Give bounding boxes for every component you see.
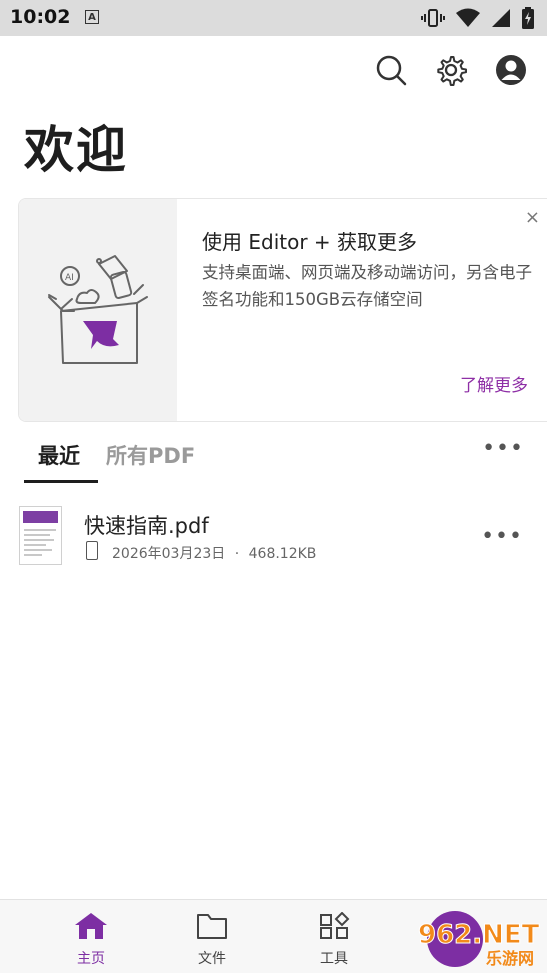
status-time: 10:02 xyxy=(10,6,71,28)
file-name: 快速指南.pdf xyxy=(84,514,209,538)
gift-box-icon: AI xyxy=(48,255,148,364)
file-size: 468.12KB xyxy=(248,546,317,562)
nav-files-label: 文件 xyxy=(198,951,226,967)
meta-separator: · xyxy=(234,546,240,562)
nav-tools[interactable]: 工具 xyxy=(294,911,374,968)
list-item[interactable]: 快速指南.pdf 2026年03月23日 · 468.12KB ••• xyxy=(0,500,547,570)
nav-files[interactable]: 文件 xyxy=(172,912,252,968)
folder-icon xyxy=(197,914,227,939)
watermark-text: 962.NET xyxy=(418,920,540,950)
adobe-logo-icon xyxy=(83,321,119,349)
promo-card[interactable]: AI 使用 Editor + 获取更多 支持桌面端、网页端及移动端访问，另含电子… xyxy=(18,198,547,422)
page-title: 欢迎 xyxy=(24,121,128,179)
file-meta: 2026年03月23日 · 468.12KB xyxy=(112,543,316,563)
promo-description: 支持桌面端、网页端及移动端访问，另含电子签名功能和150GB云存储空间 xyxy=(202,263,532,309)
file-date: 2026年03月23日 xyxy=(112,546,226,562)
wifi-icon xyxy=(456,8,480,27)
battery-icon xyxy=(522,7,534,29)
watermark-logo: 962.NET 乐游网 xyxy=(418,911,540,968)
tools-icon xyxy=(320,911,350,939)
account-icon xyxy=(496,55,526,85)
more-options-icon[interactable]: ••• xyxy=(482,436,524,461)
active-tab-indicator xyxy=(24,480,98,483)
learn-more-link[interactable]: 了解更多 xyxy=(460,371,528,396)
tab-all-pdf[interactable]: 所有PDF xyxy=(106,440,195,470)
nav-home[interactable]: 主页 xyxy=(51,912,131,968)
account-button[interactable] xyxy=(493,52,529,88)
home-icon xyxy=(75,913,107,939)
file-tabs: 最近 所有PDF ••• xyxy=(24,436,524,483)
file-more-options-icon[interactable]: ••• xyxy=(481,524,523,549)
nav-home-label: 主页 xyxy=(77,951,105,967)
status-a-badge: A xyxy=(85,10,99,24)
settings-button[interactable] xyxy=(433,52,469,88)
promo-illustration: AI xyxy=(19,199,177,421)
phone-icon xyxy=(86,541,98,560)
watermark-subtext: 乐游网 xyxy=(486,949,534,968)
vibrate-icon xyxy=(421,9,445,27)
status-bar: 10:02 A xyxy=(0,0,547,36)
gear-icon xyxy=(437,56,467,86)
ai-label: AI xyxy=(65,273,74,283)
nav-tools-label: 工具 xyxy=(320,951,348,967)
close-icon[interactable]: × xyxy=(525,207,540,228)
header-toolbar xyxy=(373,52,529,88)
tab-recent[interactable]: 最近 xyxy=(38,440,80,470)
status-icons xyxy=(421,7,535,29)
promo-title: 使用 Editor + 获取更多 xyxy=(202,230,418,254)
pdf-thumbnail xyxy=(19,506,62,565)
search-button[interactable] xyxy=(373,52,409,88)
signal-icon xyxy=(492,9,510,27)
search-icon xyxy=(376,55,407,86)
